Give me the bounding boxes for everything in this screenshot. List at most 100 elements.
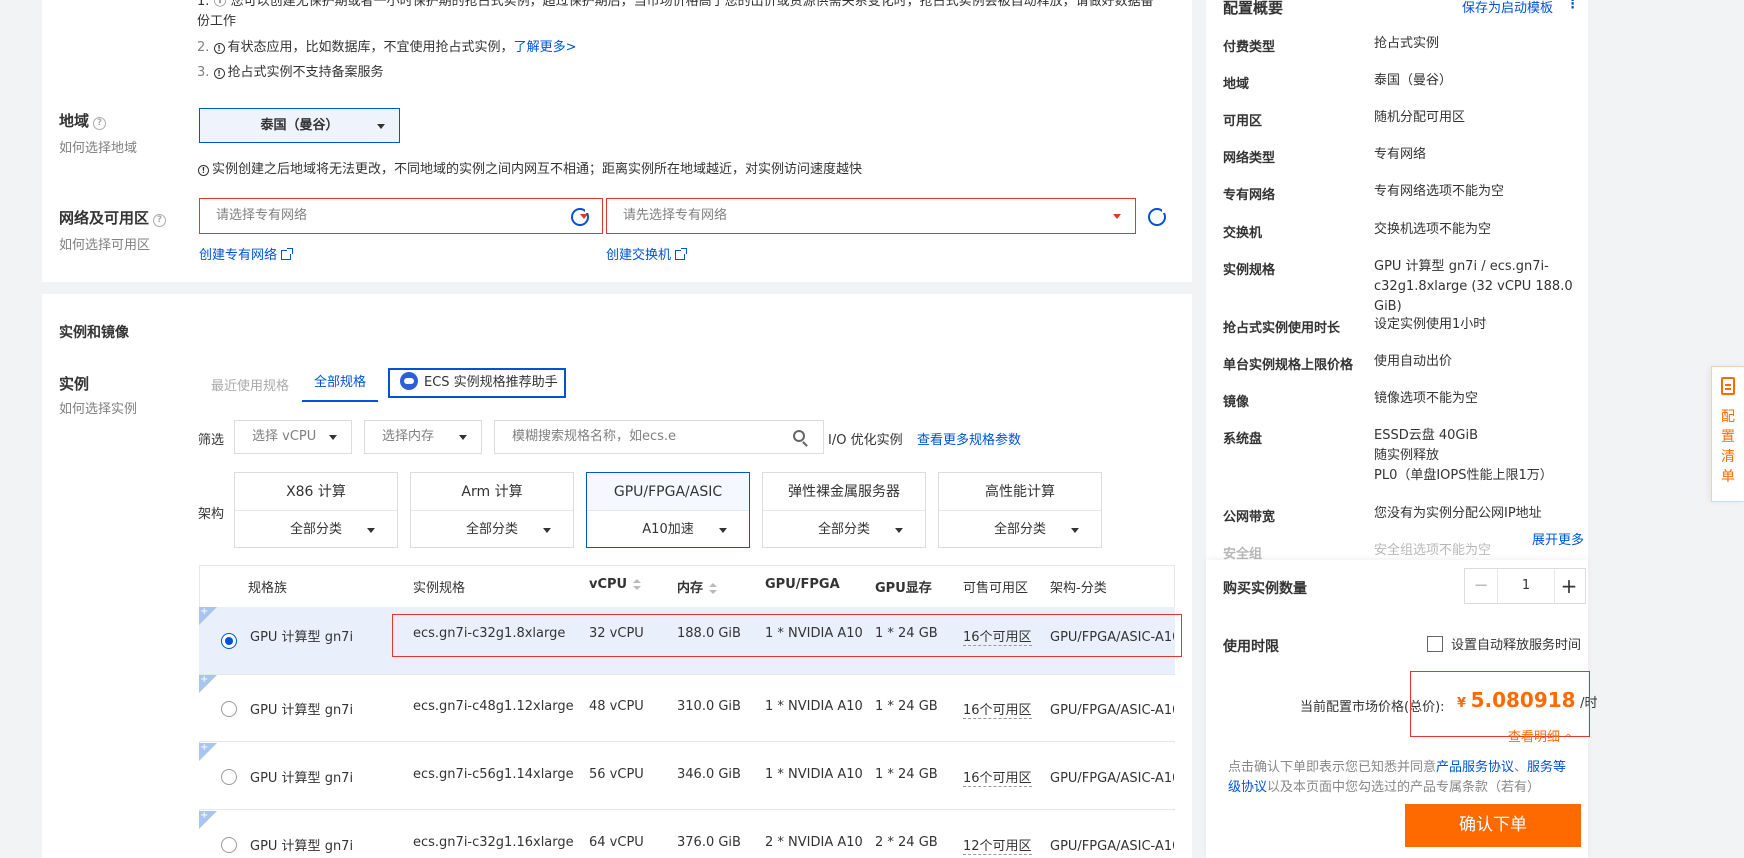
chevron-down-icon (329, 435, 337, 440)
summary-value: 泰国（曼谷） (1374, 73, 1453, 88)
info-icon: ! (198, 165, 209, 176)
spec-assistant-button[interactable]: ECS 实例规格推荐助手 (388, 368, 566, 398)
table-row[interactable]: GPU 计算型 gn7i ecs.gn7i-c56g1.14xlarge 56 … (199, 742, 1175, 810)
plus-icon (199, 810, 217, 829)
col-zones: 可售可用区 (963, 581, 1029, 596)
checkbox-icon[interactable] (1427, 636, 1443, 652)
create-vswitch-link[interactable]: 创建交换机 (606, 244, 688, 263)
qty-stepper[interactable]: − 1 + (1464, 568, 1586, 604)
view-detail-link[interactable]: 查看明细 ^ (1508, 726, 1573, 745)
summary-key: 系统盘 (1223, 432, 1263, 447)
summary-value: GPU 计算型 gn7i / ecs.gn7i-c32g1.8xlarge (3… (1374, 259, 1573, 314)
notice-line-1: 1. ⓘ 您可以创建无保护期或者一小时保护期的抢占式实例，超过保护期后，当市场价… (197, 0, 1154, 29)
config-list-side-tab[interactable]: 配置清单 (1711, 366, 1744, 502)
notice-line-2: 2. ! 有状态应用，比如数据库，不宜使用抢占式实例，了解更多> (197, 40, 577, 55)
chevron-down-icon (719, 528, 727, 533)
plus-icon (199, 606, 217, 625)
region-select[interactable]: 泰国（曼谷） (199, 108, 400, 143)
plus-icon (199, 674, 217, 693)
summary-value: 抢占式实例 (1374, 36, 1440, 51)
col-arch: 架构-分类 (1050, 581, 1107, 596)
sort-icon (709, 583, 718, 594)
chevron-up-icon: ^ (1564, 733, 1573, 744)
col-gpu: GPU/FPGA (765, 577, 840, 592)
vpc-select[interactable]: 请选择专有网络 (199, 198, 603, 234)
table-row[interactable]: GPU 计算型 gn7i ecs.gn7i-c32g1.16xlarge 64 … (199, 810, 1175, 858)
auto-release-checkbox[interactable]: 设置自动释放服务时间 (1427, 634, 1581, 653)
tab-all-specs[interactable]: 全部规格 (302, 366, 378, 402)
search-icon[interactable] (793, 430, 808, 447)
summary-key: 实例规格 (1223, 263, 1276, 278)
external-link-icon (675, 248, 688, 260)
row-radio[interactable] (221, 701, 237, 717)
table-row[interactable]: GPU 计算型 gn7i ecs.gn7i-c48g1.12xlarge 48 … (199, 674, 1175, 742)
summary-key: 镜像 (1223, 395, 1250, 410)
io-optimized-label: I/O 优化实例 (828, 433, 903, 448)
confirm-order-button[interactable]: 确认下单 (1405, 804, 1581, 847)
summary-key: 专有网络 (1223, 188, 1276, 203)
chevron-down-icon (377, 123, 385, 129)
filter-label: 筛选 (198, 433, 225, 448)
arch-label: 架构 (198, 507, 225, 522)
summary-value: 您没有为实例分配公网IP地址 (1374, 506, 1542, 521)
vcpu-select[interactable]: 选择 vCPU (234, 420, 352, 454)
arch-arm[interactable]: Arm 计算 全部分类 (410, 472, 574, 548)
plus-icon[interactable]: + (1553, 569, 1585, 603)
region-network-panel: 1. ⓘ 您可以创建无保护期或者一小时保护期的抢占式实例，超过保护期后，当市场价… (42, 0, 1192, 282)
arch-gpu[interactable]: GPU/FPGA/ASIC A10加速 (586, 472, 750, 548)
region-label: 地域? (59, 110, 107, 131)
selected-row-highlight (392, 614, 1182, 657)
col-spec: 实例规格 (413, 581, 466, 596)
summary-key: 单台实例规格上限价格 (1223, 358, 1354, 373)
qty-label: 购买实例数量 (1223, 581, 1307, 597)
refresh-icon[interactable] (571, 208, 590, 226)
spec-search-input[interactable]: 模糊搜索规格名称，如ecs.e (494, 420, 824, 454)
summary-value-error: 镜像选项不能为空 (1374, 391, 1479, 406)
arch-hpc[interactable]: 高性能计算 全部分类 (938, 472, 1102, 548)
summary-value-error: 专有网络选项不能为空 (1374, 184, 1505, 199)
col-vcpu[interactable]: vCPU (589, 577, 642, 592)
col-memory[interactable]: 内存 (677, 577, 718, 596)
network-help-link[interactable]: 如何选择可用区 (59, 234, 150, 253)
external-link-icon (281, 248, 294, 260)
instance-label: 实例 (59, 375, 90, 393)
network-label: 网络及可用区? (59, 207, 167, 228)
summary-value: ESSD云盘 40GiB 随实例释放 PL0（单盘IOPS性能上限1万） (1374, 428, 1553, 483)
arch-x86[interactable]: X86 计算 全部分类 (234, 472, 398, 548)
summary-value: 使用自动出价 (1374, 354, 1453, 369)
summary-key: 交换机 (1223, 226, 1263, 241)
region-note: ! 实例创建之后地域将无法更改，不同地域的实例之间内网互不相通；距离实例所在地域越… (198, 158, 862, 177)
region-help-link[interactable]: 如何选择地域 (59, 137, 137, 156)
vswitch-select[interactable]: 请先选择专有网络 (606, 198, 1136, 234)
chevron-down-icon (459, 435, 467, 440)
memory-select[interactable]: 选择内存 (364, 420, 482, 454)
help-icon[interactable]: ? (153, 213, 167, 227)
info-icon: ! (213, 68, 225, 79)
tab-recent[interactable]: 最近使用规格 (211, 375, 289, 394)
instance-help-link[interactable]: 如何选择实例 (59, 398, 137, 417)
summary-value: 随机分配可用区 (1374, 110, 1466, 125)
more-menu-icon[interactable]: ⋮ (1566, 0, 1579, 12)
chevron-down-icon (1071, 528, 1079, 533)
save-template-link[interactable]: 保存为启动模板 (1462, 0, 1553, 16)
help-icon[interactable]: ? (93, 116, 107, 130)
row-radio[interactable] (221, 633, 237, 649)
arch-bare-metal[interactable]: 弹性裸金属服务器 全部分类 (762, 472, 926, 548)
refresh-icon[interactable] (1148, 208, 1167, 226)
col-gpu-mem: GPU显存 (875, 581, 932, 596)
duration-label: 使用时限 (1223, 639, 1279, 655)
create-vpc-link[interactable]: 创建专有网络 (199, 244, 294, 263)
row-radio[interactable] (221, 837, 237, 853)
learn-more-link[interactable]: 了解更多> (514, 40, 577, 55)
more-params-link[interactable]: 查看更多规格参数 (917, 429, 1021, 448)
summary-value: 专有网络 (1374, 147, 1427, 162)
summary-title: 配置概要 (1223, 0, 1284, 17)
expand-more-link[interactable]: 展开更多 (1532, 529, 1584, 548)
document-icon (1721, 377, 1735, 395)
plus-icon (199, 742, 217, 761)
minus-icon[interactable]: − (1465, 569, 1497, 603)
row-radio[interactable] (221, 769, 237, 785)
summary-key: 可用区 (1223, 114, 1263, 129)
notice-line-3: 3. ! 抢占式实例不支持备案服务 (197, 65, 384, 80)
service-agreement-link[interactable]: 产品服务协议 (1436, 760, 1514, 775)
